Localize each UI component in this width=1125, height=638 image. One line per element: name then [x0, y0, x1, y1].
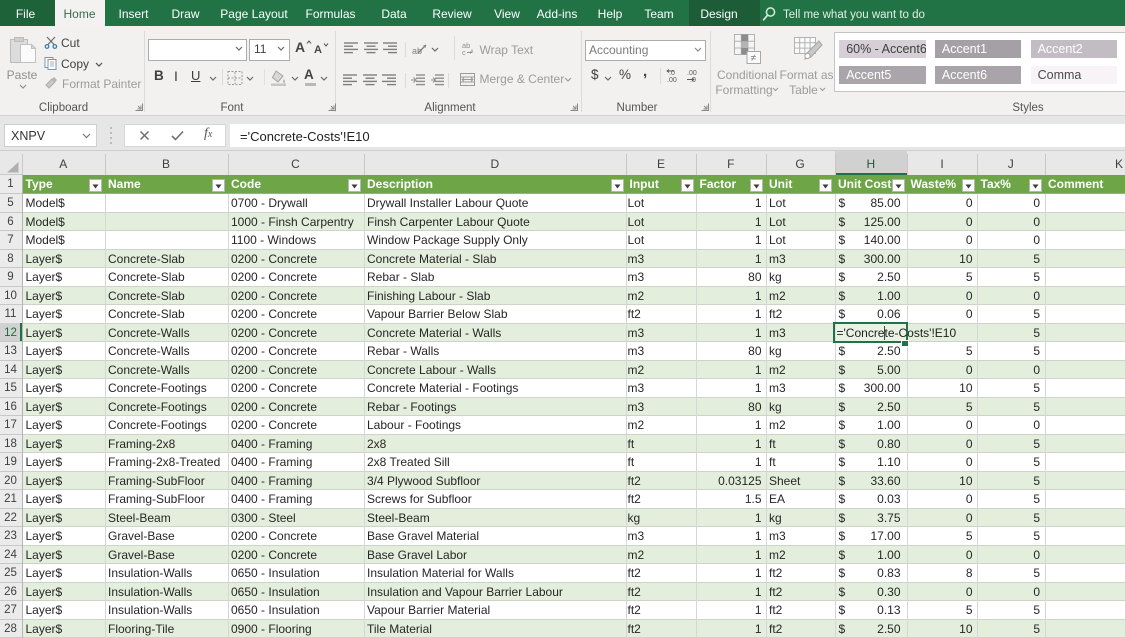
svg-text:c: c — [462, 48, 466, 57]
svg-text:.00: .00 — [687, 70, 697, 77]
svg-text:.00: .00 — [667, 77, 677, 84]
svg-text:≠: ≠ — [750, 53, 756, 64]
